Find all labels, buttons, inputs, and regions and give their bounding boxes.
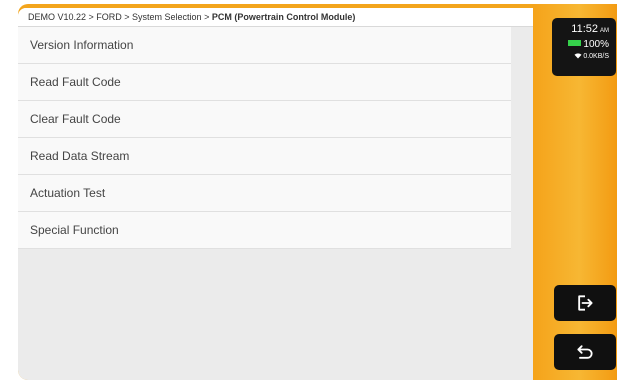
status-ampm: AM [600, 28, 609, 34]
main-screen: DEMO V10.22 > FORD > System Selection > … [18, 8, 533, 380]
battery-icon [568, 40, 582, 47]
back-icon [577, 345, 593, 359]
status-battery-row: 100% [552, 38, 609, 51]
status-network-row: 0.0KB/S [552, 51, 609, 63]
status-time: 11:52 [571, 23, 598, 35]
exit-icon [578, 295, 593, 311]
breadcrumb-path: DEMO V10.22 > FORD > System Selection > [28, 12, 212, 22]
device-frame: DEMO V10.22 > FORD > System Selection > … [18, 4, 617, 380]
exit-button[interactable] [554, 285, 616, 321]
wifi-icon [574, 53, 582, 59]
back-button[interactable] [554, 334, 616, 370]
menu-item-version-information[interactable]: Version Information [18, 27, 511, 64]
status-time-row: 11:52 AM [552, 22, 609, 38]
menu-item-special-function[interactable]: Special Function [18, 212, 511, 249]
menu-item-read-data-stream[interactable]: Read Data Stream [18, 138, 511, 175]
breadcrumb-current: PCM (Powertrain Control Module) [211, 12, 356, 22]
status-box: 11:52 AM 100% 0.0KB/S [552, 18, 616, 76]
breadcrumb: DEMO V10.22 > FORD > System Selection > … [18, 8, 533, 27]
menu-item-actuation-test[interactable]: Actuation Test [18, 175, 511, 212]
menu-item-clear-fault-code[interactable]: Clear Fault Code [18, 101, 511, 138]
battery-percent: 100% [583, 39, 609, 50]
menu-item-read-fault-code[interactable]: Read Fault Code [18, 64, 511, 101]
function-menu: Version Information Read Fault Code Clea… [18, 27, 511, 249]
network-speed: 0.0KB/S [583, 53, 609, 60]
side-panel: 11:52 AM 100% 0.0KB/S [533, 4, 617, 380]
